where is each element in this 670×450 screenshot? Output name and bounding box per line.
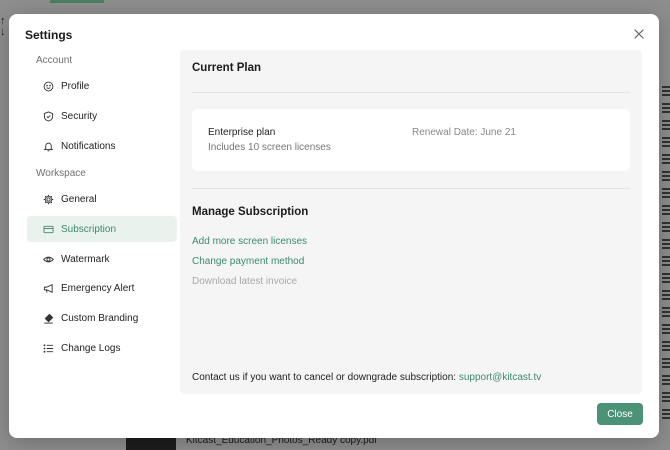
sidebar-item-label: Subscription [61, 223, 117, 235]
smiley-icon [42, 81, 54, 93]
drag-handle-icon [662, 256, 670, 266]
drag-handle-icon [662, 120, 670, 130]
sidebar-item-label: Watermark [61, 253, 110, 265]
sidebar-item-label: Security [61, 110, 98, 122]
list-icon [42, 342, 54, 354]
sidebar-item-label: Change Logs [61, 342, 121, 354]
sidebar-item-change-logs[interactable]: Change Logs [27, 335, 177, 361]
drag-handle-icon [662, 103, 670, 113]
drag-handle-icon [662, 375, 670, 385]
subscription-panel: Current Plan Enterprise plan Includes 10… [180, 50, 642, 394]
credit-card-icon [42, 223, 54, 235]
plan-description: Includes 10 screen licenses [208, 142, 331, 153]
drag-handle-icon [662, 86, 670, 96]
current-plan-title: Current Plan [192, 62, 262, 74]
modal-title: Settings [25, 28, 73, 42]
renewal-date: Renewal Date: June 21 [412, 127, 516, 138]
drag-handle-icon [662, 324, 670, 334]
sidebar-item-label: Custom Branding [61, 313, 139, 324]
sidebar-group-account: Account [36, 55, 73, 66]
add-licenses-link[interactable]: Add more screen licenses [192, 236, 307, 247]
drag-handle-icon [662, 409, 670, 419]
download-invoice-link[interactable]: Download latest invoice [192, 276, 297, 287]
contact-note: Contact us if you want to cancel or down… [192, 372, 541, 383]
sidebar-item-custom-branding[interactable]: Custom Branding [27, 306, 177, 332]
sidebar-item-emergency-alert[interactable]: Emergency Alert [27, 276, 177, 302]
drag-handle-icon [662, 290, 670, 300]
plan-card: Enterprise plan Includes 10 screen licen… [192, 109, 630, 171]
change-payment-link[interactable]: Change payment method [192, 256, 304, 267]
drag-handle-icon [662, 222, 670, 232]
sidebar-item-security[interactable]: Security [27, 103, 177, 129]
background-file-thumbnail [126, 436, 176, 450]
gear-icon [42, 194, 54, 206]
sidebar-item-label: General [61, 194, 97, 206]
brush-icon [42, 313, 54, 325]
drag-handle-icon [662, 392, 670, 402]
close-icon[interactable] [633, 28, 645, 40]
sidebar-item-watermark[interactable]: Watermark [27, 246, 177, 272]
divider [192, 92, 630, 93]
drag-handle-icon [662, 239, 670, 249]
sidebar-item-notifications[interactable]: Notifications [27, 133, 177, 159]
drag-handle-icon [662, 171, 670, 181]
drag-handle-icon [662, 341, 670, 351]
plan-name: Enterprise plan [208, 127, 276, 138]
sidebar-item-label: Notifications [61, 140, 116, 152]
contact-text: Contact us if you want to cancel or down… [192, 372, 457, 383]
drag-handle-icon [662, 205, 670, 215]
divider [192, 188, 630, 189]
drag-handle-icon [662, 188, 670, 198]
megaphone-icon [42, 283, 54, 295]
eye-icon [42, 253, 54, 265]
drag-handle-icon [662, 273, 670, 283]
drag-handle-icon [662, 137, 670, 147]
shield-icon [42, 110, 54, 122]
sidebar-item-profile[interactable]: Profile [27, 74, 177, 100]
settings-sidebar: Account Profile Security Notifications W… [27, 50, 177, 361]
settings-modal: Settings Account Profile Security Notifi… [9, 14, 659, 438]
background-tab-indicator [50, 0, 104, 3]
sidebar-item-subscription[interactable]: Subscription [27, 216, 177, 243]
sort-arrows-icon: ↑ ↓ [0, 15, 6, 38]
drag-handle-icon [662, 358, 670, 368]
sidebar-item-label: Emergency Alert [61, 283, 135, 295]
sidebar-item-general[interactable]: General [27, 187, 177, 213]
support-email-link[interactable]: support@kitcast.tv [459, 372, 541, 383]
drag-handle-icon [662, 154, 670, 164]
background-row-handles [662, 86, 670, 426]
drag-handle-icon [662, 307, 670, 317]
manage-subscription-title: Manage Subscription [192, 206, 309, 218]
sidebar-group-workspace: Workspace [36, 168, 86, 180]
close-button[interactable]: Close [597, 403, 643, 425]
bell-icon [42, 140, 54, 152]
sidebar-item-label: Profile [61, 81, 90, 93]
